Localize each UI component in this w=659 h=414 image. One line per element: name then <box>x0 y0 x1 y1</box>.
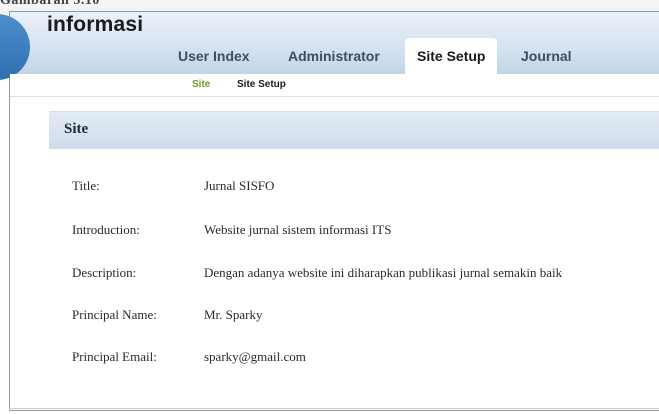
field-label-principal-email: Principal Email: <box>72 349 157 364</box>
tab-user-index[interactable]: User Index <box>178 48 250 64</box>
field-label-introduction: Introduction: <box>72 222 140 237</box>
field-label-title: Title: <box>72 178 100 193</box>
content-bottom-border <box>9 408 659 409</box>
tab-journal[interactable]: Journal <box>521 48 572 64</box>
cutoff-heading: Gambaran 5.10 <box>0 0 100 8</box>
field-row-introduction: Introduction: Website jurnal sistem info… <box>0 222 659 242</box>
tab-administrator[interactable]: Administrator <box>288 48 380 64</box>
main-tabs: User Index Administrator Site Setup Jour… <box>10 12 659 74</box>
field-row-principal-email: Principal Email: sparky@gmail.com <box>0 349 659 369</box>
section-title: Site <box>64 121 89 137</box>
field-value-description: Dengan adanya website ini diharapkan pub… <box>204 265 563 280</box>
field-label-description: Description: <box>72 265 137 280</box>
section-header: Site <box>49 111 659 149</box>
field-value-introduction: Website jurnal sistem informasi ITS <box>204 222 392 237</box>
subnav-site[interactable]: Site <box>192 79 210 90</box>
field-row-principal-name: Principal Name: Mr. Sparky <box>0 307 659 327</box>
field-value-title: Jurnal SISFO <box>204 178 275 193</box>
subnav-site-setup[interactable]: Site Setup <box>237 79 286 90</box>
field-value-principal-email: sparky@gmail.com <box>204 349 306 364</box>
field-value-principal-name: Mr. Sparky <box>204 307 263 322</box>
sub-navigation: Site Site Setup <box>10 74 659 97</box>
field-row-description: Description: Dengan adanya website ini d… <box>0 265 659 285</box>
field-label-principal-name: Principal Name: <box>72 307 157 322</box>
tab-site-setup[interactable]: Site Setup <box>405 38 498 74</box>
field-row-title: Title: Jurnal SISFO <box>0 178 659 198</box>
header-bar: informasi User Index Administrator Site … <box>0 12 659 80</box>
